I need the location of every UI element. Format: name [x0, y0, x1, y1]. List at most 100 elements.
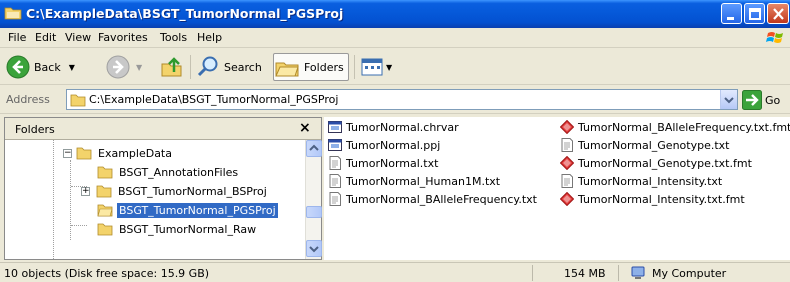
menu-view[interactable]: View	[65, 31, 91, 44]
back-button[interactable]: Back ▼	[6, 53, 75, 81]
views-dropdown-icon[interactable]: ▼	[386, 63, 392, 72]
folder-icon	[96, 185, 112, 198]
folders-pane-title: Folders	[15, 123, 55, 136]
scroll-down-button[interactable]	[306, 240, 322, 257]
file-name: TumorNormal_BAlleleFrequency.txt.fmt	[578, 120, 790, 134]
tree-item-label: BSGT_TumorNormal_Raw	[119, 222, 257, 236]
go-button[interactable]: Go	[742, 90, 780, 110]
minimize-icon	[727, 17, 734, 20]
close-button[interactable]	[767, 3, 789, 24]
address-value: C:\ExampleData\BSGT_TumorNormal_PGSProj	[89, 93, 339, 106]
status-location: My Computer	[630, 265, 726, 281]
file-name: TumorNormal_BAlleleFrequency.txt	[346, 192, 537, 206]
close-icon	[773, 8, 784, 20]
folders-scrollbar[interactable]	[305, 140, 322, 259]
menu-edit[interactable]: Edit	[35, 31, 56, 44]
file-name: TumorNormal.chrvar	[346, 120, 459, 134]
forward-button[interactable]: ▼	[106, 53, 142, 81]
toolbar-separator	[354, 55, 355, 79]
status-divider	[618, 265, 619, 281]
menu-favorites[interactable]: Favorites	[98, 31, 148, 44]
views-icon	[361, 58, 383, 76]
tree-item-annotationfiles[interactable]: BSGT_AnnotationFiles	[97, 163, 240, 181]
back-label: Back	[34, 60, 61, 74]
fmt-file-icon	[560, 156, 574, 170]
views-button[interactable]: ▼	[360, 53, 392, 81]
go-arrow-icon	[742, 90, 762, 110]
window-title: C:\ExampleData\BSGT_TumorNormal_PGSProj	[26, 6, 344, 21]
file-item[interactable]: TumorNormal.ppj	[328, 137, 440, 153]
scroll-thumb[interactable]	[306, 206, 322, 218]
toolbar: Back ▼ ▼ Search Folders ▼	[0, 49, 790, 85]
folders-button[interactable]: Folders	[273, 53, 349, 81]
search-button[interactable]: Search	[196, 53, 262, 81]
address-field[interactable]: C:\ExampleData\BSGT_TumorNormal_PGSProj	[66, 89, 738, 110]
file-item[interactable]: TumorNormal_BAlleleFrequency.txt	[328, 191, 537, 207]
file-name: TumorNormal_Intensity.txt	[578, 174, 723, 188]
forward-dropdown-icon[interactable]: ▼	[136, 63, 142, 72]
address-dropdown-button[interactable]	[720, 90, 737, 109]
search-icon	[197, 56, 218, 77]
tree-item-pgsproj[interactable]: BSGT_TumorNormal_PGSProj	[97, 201, 279, 219]
title-bar[interactable]: C:\ExampleData\BSGT_TumorNormal_PGSProj	[0, 0, 790, 28]
chevron-down-icon	[724, 97, 734, 104]
file-name: TumorNormal.txt	[346, 156, 439, 170]
tree-item-exampledata[interactable]: − ExampleData	[63, 144, 174, 162]
folder-tree: − ExampleData BSGT_AnnotationFiles + BSG…	[5, 140, 305, 259]
file-item[interactable]: TumorNormal_Human1M.txt	[328, 173, 500, 189]
up-folder-icon	[161, 57, 182, 77]
status-divider	[532, 265, 533, 281]
tree-line	[71, 225, 87, 226]
file-name: TumorNormal_Genotype.txt	[578, 138, 730, 152]
app-file-icon	[328, 121, 342, 133]
explorer-window: C:\ExampleData\BSGT_TumorNormal_PGSProj …	[0, 0, 790, 282]
file-item[interactable]: TumorNormal.chrvar	[328, 119, 459, 135]
menu-tools[interactable]: Tools	[160, 31, 187, 44]
file-item[interactable]: TumorNormal.txt	[328, 155, 438, 171]
tree-item-bsproj[interactable]: + BSGT_TumorNormal_BSProj	[81, 182, 269, 200]
file-item[interactable]: TumorNormal_Genotype.txt	[560, 137, 730, 153]
tree-line	[53, 140, 54, 259]
folder-icon	[97, 166, 113, 179]
windows-logo-icon	[766, 32, 783, 43]
file-name: TumorNormal_Human1M.txt	[346, 174, 501, 188]
tree-line	[70, 160, 71, 240]
scroll-up-button[interactable]	[306, 140, 322, 157]
text-file-icon	[329, 192, 341, 206]
maximize-icon	[749, 8, 761, 20]
folders-icon	[275, 62, 299, 77]
file-item[interactable]: TumorNormal_BAlleleFrequency.txt.fmt	[560, 119, 790, 135]
text-file-icon	[329, 174, 341, 188]
file-item[interactable]: TumorNormal_Intensity.txt	[560, 173, 722, 189]
back-arrow-icon	[6, 55, 30, 79]
status-size: 154 MB	[564, 266, 606, 280]
tree-item-label: BSGT_AnnotationFiles	[119, 165, 239, 179]
file-item[interactable]: TumorNormal_Genotype.txt.fmt	[560, 155, 752, 171]
address-bar: Address C:\ExampleData\BSGT_TumorNormal_…	[0, 86, 790, 114]
folder-icon	[76, 147, 92, 160]
minimize-button[interactable]	[721, 3, 742, 24]
open-folder-icon	[97, 204, 113, 217]
address-label: Address	[6, 93, 50, 106]
go-label: Go	[765, 93, 781, 107]
tree-item-label: BSGT_TumorNormal_BSProj	[118, 184, 267, 198]
menu-file[interactable]: File	[8, 31, 26, 44]
toolbar-separator	[190, 55, 191, 79]
forward-arrow-icon	[106, 55, 130, 79]
chevron-down-icon	[309, 246, 319, 253]
file-item[interactable]: TumorNormal_Intensity.txt.fmt	[560, 191, 745, 207]
expand-icon[interactable]: +	[81, 186, 90, 196]
up-folder-button[interactable]	[160, 53, 184, 81]
file-name: TumorNormal.ppj	[346, 138, 441, 152]
menu-help[interactable]: Help	[197, 31, 222, 44]
maximize-button[interactable]	[744, 3, 765, 24]
close-icon[interactable]: ×	[299, 120, 311, 136]
fmt-file-icon	[560, 192, 574, 206]
status-location-label: My Computer	[652, 266, 727, 280]
back-dropdown-icon[interactable]: ▼	[69, 63, 75, 72]
file-name: TumorNormal_Genotype.txt.fmt	[578, 156, 752, 170]
collapse-icon[interactable]: −	[63, 148, 72, 158]
tree-item-raw[interactable]: BSGT_TumorNormal_Raw	[97, 220, 258, 238]
chevron-up-icon	[309, 144, 319, 151]
tree-item-label: ExampleData	[98, 146, 172, 160]
